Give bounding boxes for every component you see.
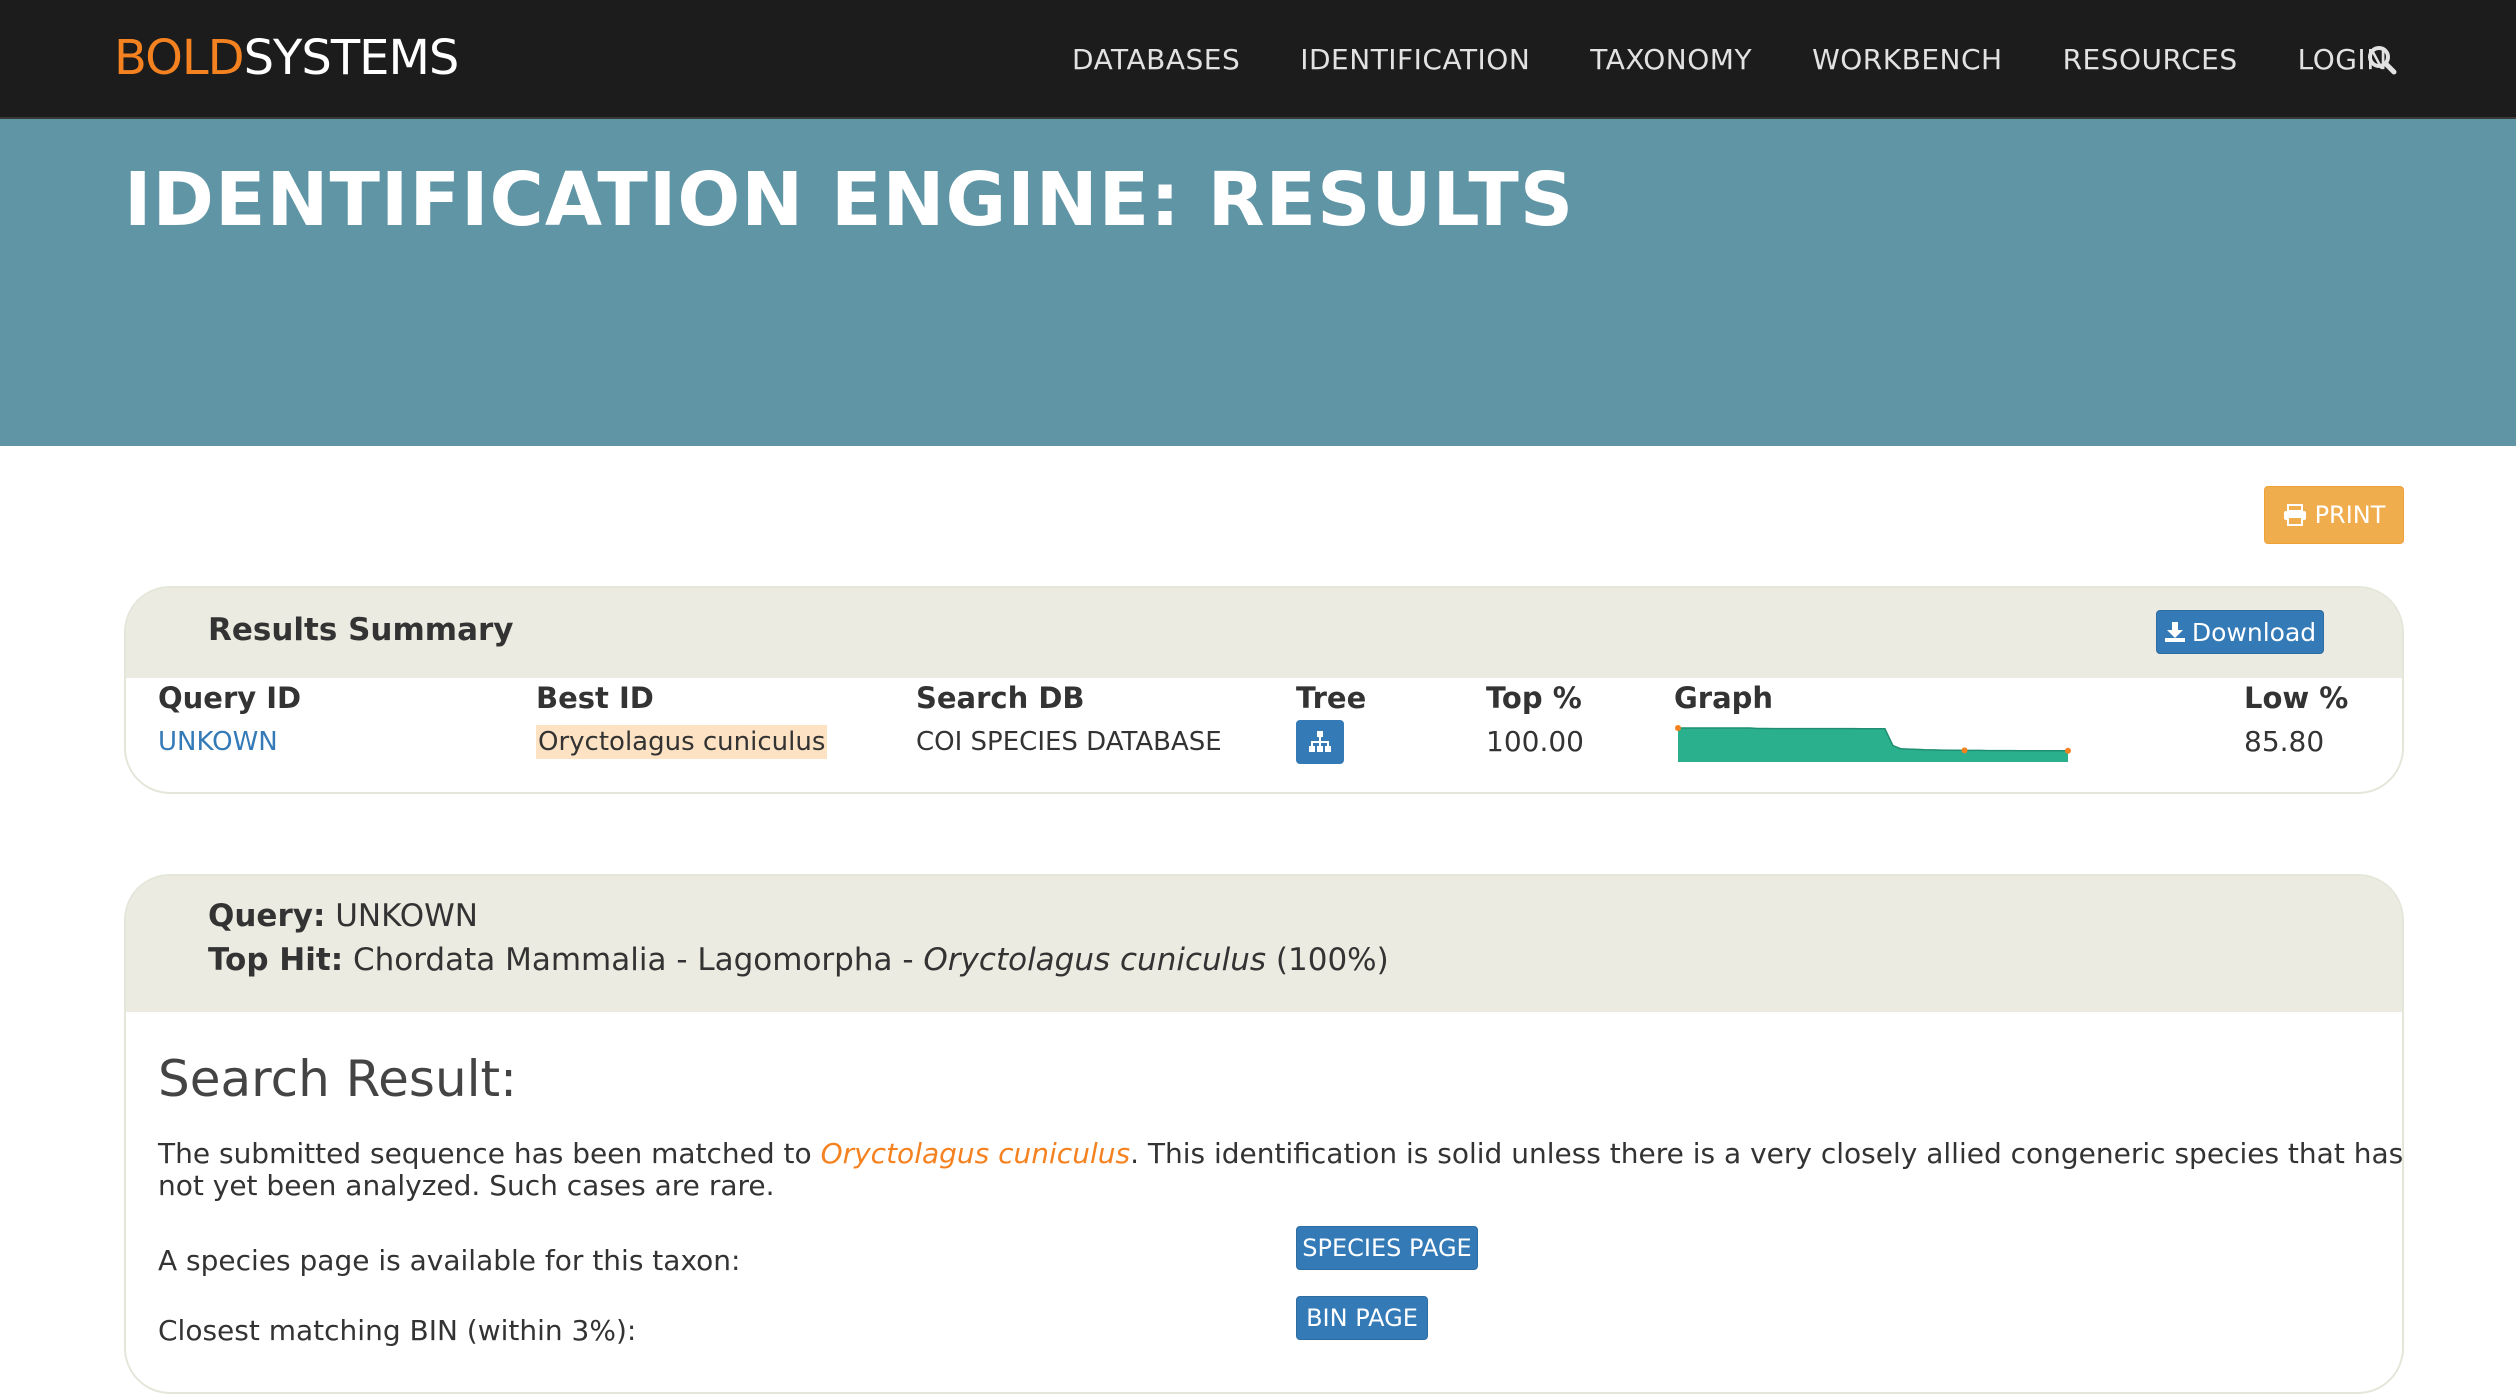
nav-menu: DATABASES IDENTIFICATION TAXONOMY WORKBE… xyxy=(1072,38,2448,82)
header-low-pct: Low % xyxy=(2244,681,2349,715)
species-page-label: A species page is available for this tax… xyxy=(158,1244,741,1277)
print-label: PRINT xyxy=(2314,501,2386,529)
col-search-db: Search DB COI SPECIES DATABASE xyxy=(916,678,1222,762)
graph-marker xyxy=(2065,747,2071,754)
search-result-title: Search Result: xyxy=(158,1050,518,1108)
low-pct-value: 85.80 xyxy=(2244,725,2325,758)
top-hit-species: Oryctolagus cuniculus xyxy=(923,942,1267,978)
search-db-value: COI SPECIES DATABASE xyxy=(916,727,1222,757)
top-hit-taxonomy: Chordata Mammalia - Lagomorpha - xyxy=(352,942,924,978)
query-result-panel: Query: UNKOWN Top Hit: Chordata Mammalia… xyxy=(124,874,2404,1394)
nav-databases[interactable]: DATABASES xyxy=(1072,38,1240,82)
bin-page-button[interactable]: BIN PAGE xyxy=(1296,1296,1428,1340)
header-search-db: Search DB xyxy=(916,681,1085,715)
header-best-id: Best ID xyxy=(536,681,654,715)
result-text-before: The submitted sequence has been matched … xyxy=(158,1137,821,1170)
query-line: Query: UNKOWN xyxy=(208,898,478,934)
top-hit-label: Top Hit: xyxy=(208,942,344,978)
query-value: UNKOWN xyxy=(335,898,478,934)
best-id-value: Oryctolagus cuniculus xyxy=(536,725,828,759)
page-banner: IDENTIFICATION ENGINE: RESULTS xyxy=(0,119,2516,446)
top-hit-line: Top Hit: Chordata Mammalia - Lagomorpha … xyxy=(208,942,1389,978)
top-pct-value: 100.00 xyxy=(1486,725,1584,758)
nav-taxonomy[interactable]: TAXONOMY xyxy=(1590,38,1752,82)
page-title: IDENTIFICATION ENGINE: RESULTS xyxy=(124,157,1575,243)
col-low-pct: Low % 85.80 xyxy=(2244,678,2348,762)
similarity-graph xyxy=(1675,725,2071,762)
download-button[interactable]: Download xyxy=(2156,610,2324,654)
header-query-id: Query ID xyxy=(158,681,302,715)
nav-workbench[interactable]: WORKBENCH xyxy=(1812,38,2003,82)
header-top-pct: Top % xyxy=(1486,681,1582,715)
download-label: Download xyxy=(2191,617,2317,647)
results-summary-panel: Results Summary Download Query ID UNKOWN… xyxy=(124,586,2404,794)
species-page-button[interactable]: SPECIES PAGE xyxy=(1296,1226,1478,1270)
top-hit-percent: (100%) xyxy=(1266,942,1389,978)
bin-label: Closest matching BIN (within 3%): xyxy=(158,1314,637,1347)
col-graph: Graph xyxy=(1674,678,2094,770)
tree-button[interactable] xyxy=(1296,720,1344,764)
search-icon[interactable] xyxy=(2364,42,2400,78)
query-label: Query: xyxy=(208,898,326,934)
col-query-id: Query ID UNKOWN xyxy=(158,678,301,762)
results-summary-title: Results Summary xyxy=(208,612,514,648)
top-navbar: BOLDSYSTEMS DATABASES IDENTIFICATION TAX… xyxy=(0,0,2516,119)
download-icon xyxy=(2164,622,2185,642)
graph-marker xyxy=(1675,725,1681,731)
printer-icon xyxy=(2283,504,2306,526)
col-tree: Tree xyxy=(1296,678,1366,764)
nav-resources[interactable]: RESOURCES xyxy=(2063,38,2238,82)
sitemap-icon xyxy=(1309,731,1331,752)
graph-area xyxy=(1678,728,2068,762)
header-tree: Tree xyxy=(1296,681,1367,715)
query-header: Query: UNKOWN Top Hit: Chordata Mammalia… xyxy=(126,876,2402,1012)
nav-identification[interactable]: IDENTIFICATION xyxy=(1300,38,1530,82)
print-button[interactable]: PRINT xyxy=(2264,486,2404,544)
results-summary-header: Results Summary Download xyxy=(126,588,2402,678)
header-graph: Graph xyxy=(1674,681,1774,715)
logo-part-bold: BOLD xyxy=(114,30,245,86)
query-id-link[interactable]: UNKOWN xyxy=(158,722,301,762)
graph-marker xyxy=(1961,747,1968,754)
search-result-text: The submitted sequence has been matched … xyxy=(158,1137,2402,1202)
result-species-link[interactable]: Oryctolagus cuniculus xyxy=(821,1137,1131,1170)
col-top-pct: Top % 100.00 xyxy=(1486,678,1584,762)
bold-systems-logo[interactable]: BOLDSYSTEMS xyxy=(114,30,460,86)
logo-part-systems: SYSTEMS xyxy=(243,30,460,86)
col-best-id: Best ID Oryctolagus cuniculus xyxy=(536,678,828,762)
